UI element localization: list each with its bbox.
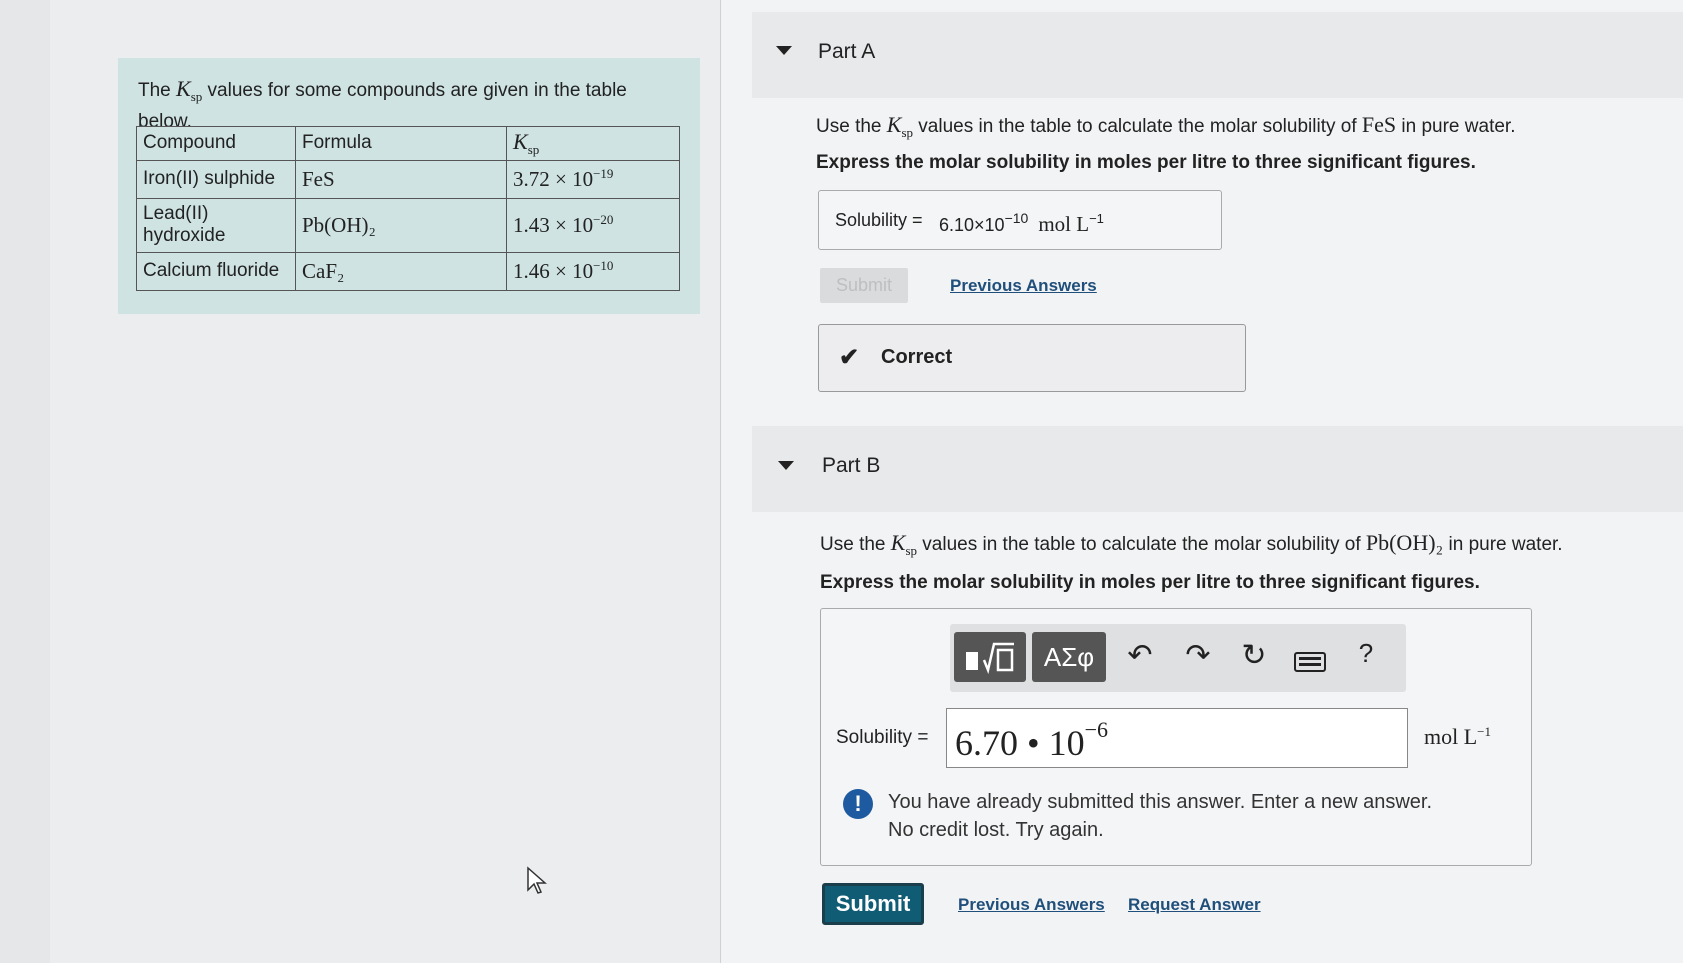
cell-formula: Pb(OH)₂ <box>295 197 507 253</box>
part-a-feedback: ✔ Correct <box>818 324 1246 392</box>
ksp-symbol: Ksp <box>176 76 203 104</box>
part-b-unit: mol L−1 <box>1424 724 1492 749</box>
cell-formula: FeS <box>295 159 507 199</box>
part-b-previous-answers-link[interactable]: Previous Answers <box>958 895 1105 915</box>
cell-compound: Calcium fluoride <box>136 251 296 291</box>
cell-ksp: 1.43 × 10−20 <box>506 197 680 253</box>
redo-icon[interactable]: ↷ <box>1178 638 1218 673</box>
table-header-row: Compound Formula Ksp <box>136 126 680 161</box>
part-a-answer-value: 6.10×10−10 mol L−1 <box>939 210 1104 236</box>
left-margin <box>0 0 51 963</box>
part-b-answer-label: Solubility = <box>836 727 929 748</box>
request-answer-link[interactable]: Request Answer <box>1128 895 1261 915</box>
undo-icon[interactable]: ↶ <box>1120 638 1160 673</box>
collapse-part-a-icon[interactable] <box>776 46 792 55</box>
part-a-instruction: Express the molar solubility in moles pe… <box>816 152 1476 173</box>
checkmark-icon: ✔ <box>839 344 860 371</box>
table-row: Lead(II) hydroxide Pb(OH)₂ 1.43 × 10−20 <box>136 197 680 253</box>
part-a-answer-label: Solubility = <box>835 210 923 230</box>
cell-compound: Iron(II) sulphide <box>136 159 296 199</box>
keyboard-icon[interactable] <box>1290 646 1330 680</box>
collapse-part-b-icon[interactable] <box>778 461 794 470</box>
part-b-title: Part B <box>822 454 881 477</box>
cell-ksp: 3.72 × 10−19 <box>506 159 680 199</box>
part-a-header[interactable] <box>752 12 1683 98</box>
part-a-previous-answers-link[interactable]: Previous Answers <box>950 276 1097 296</box>
part-a-feedback-label: Correct <box>881 346 953 368</box>
part-b-warning: You have already submitted this answer. … <box>888 791 1433 841</box>
header-compound: Compound <box>136 126 296 161</box>
warning-icon: ! <box>843 789 873 819</box>
header-formula: Formula <box>295 126 507 161</box>
math-toolbar: ΑΣφ ↶ ↷ ↻ ? <box>950 624 1406 692</box>
header-ksp: Ksp <box>506 126 680 161</box>
reset-icon[interactable]: ↻ <box>1234 638 1274 673</box>
part-b-header[interactable] <box>752 426 1683 512</box>
help-icon[interactable]: ? <box>1346 638 1386 669</box>
table-row: Calcium fluoride CaF₂ 1.46 × 10−10 <box>136 251 680 291</box>
mouse-cursor-icon <box>527 866 547 894</box>
table-row: Iron(II) sulphide FeS 3.72 × 10−19 <box>136 159 680 199</box>
part-b-answer-input[interactable]: 6.70 • 10−6 <box>946 708 1408 768</box>
cell-ksp: 1.46 × 10−10 <box>506 251 680 291</box>
template-icon[interactable] <box>954 632 1026 682</box>
part-a-submit-button[interactable]: Submit <box>820 268 909 303</box>
part-b-question: Use the Ksp values in the table to calcu… <box>820 530 1563 558</box>
part-a-question: Use the Ksp values in the table to calcu… <box>816 112 1516 140</box>
cell-compound: Lead(II) hydroxide <box>136 197 296 253</box>
part-a-title: Part A <box>818 40 876 63</box>
part-a-answer-display: Solubility = 6.10×10−10 mol L−1 <box>818 190 1222 250</box>
part-b-submit-button[interactable]: Submit <box>822 883 924 925</box>
part-b-instruction: Express the molar solubility in moles pe… <box>820 572 1480 593</box>
ksp-table: Compound Formula Ksp Iron(II) sulphide F… <box>136 126 680 291</box>
symbols-button[interactable]: ΑΣφ <box>1032 632 1106 682</box>
cell-formula: CaF₂ <box>295 251 507 291</box>
